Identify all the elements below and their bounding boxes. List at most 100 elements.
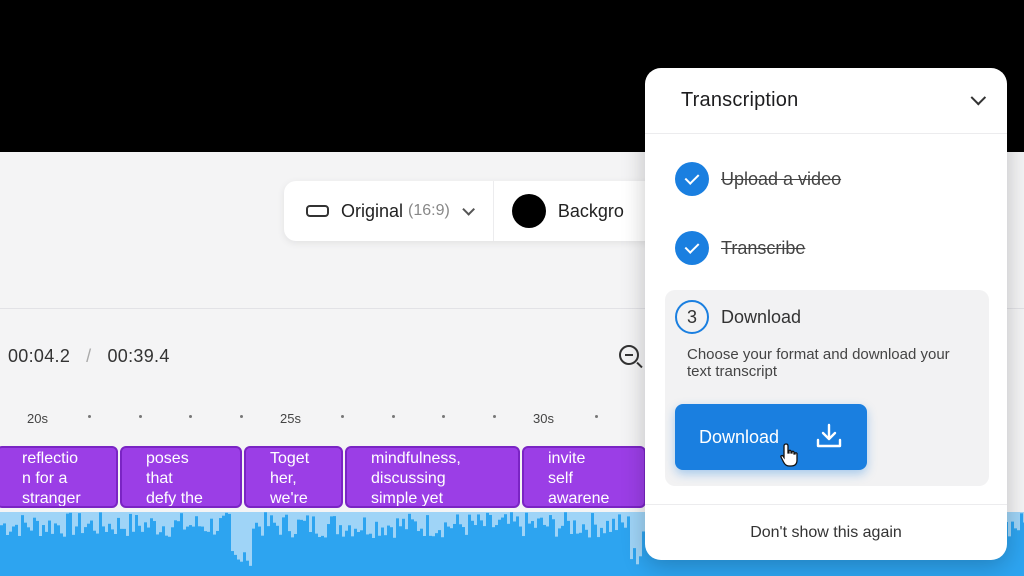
waveform-bar — [498, 519, 501, 576]
time-separator: / — [86, 346, 92, 366]
waveform-bar — [192, 526, 195, 576]
waveform-bar — [219, 518, 222, 576]
waveform-bar — [258, 526, 261, 576]
waveform-bar — [222, 515, 225, 576]
waveform-bar — [393, 537, 396, 576]
chevron-down-icon — [462, 202, 475, 216]
timeline-tick: 30s — [533, 411, 554, 426]
waveform-bar — [105, 531, 108, 576]
caption-text: poses — [146, 450, 189, 467]
waveform-bar — [234, 554, 237, 576]
waveform-bar — [1014, 528, 1017, 576]
waveform-bar — [597, 537, 600, 576]
waveform-bar — [357, 532, 360, 576]
waveform-bar — [288, 531, 291, 576]
waveform-bar — [570, 533, 573, 576]
aspect-ratio-icon — [306, 205, 329, 217]
caption-text: n for a — [22, 470, 68, 487]
waveform-bar — [564, 512, 567, 576]
aspect-ratio-dropdown[interactable]: Original (16:9) — [284, 181, 493, 241]
waveform-bar — [492, 527, 495, 576]
waveform-bar — [36, 520, 39, 576]
waveform-bar — [579, 532, 582, 576]
waveform-bar — [294, 533, 297, 576]
waveform-bar — [198, 526, 201, 576]
waveform-bar — [30, 530, 33, 576]
waveform-bar — [330, 516, 333, 576]
waveform-bar — [84, 527, 87, 576]
dont-show-again-button[interactable]: Don't show this again — [645, 504, 1007, 560]
waveform-bar — [159, 532, 162, 576]
waveform-bar — [456, 514, 459, 576]
waveform-bar — [453, 523, 456, 576]
waveform-bar — [186, 526, 189, 576]
caption-clip[interactable]: Toget her, we're — [244, 446, 343, 508]
waveform-bar — [303, 520, 306, 576]
waveform-bar — [630, 559, 633, 576]
caption-text: awarene — [548, 490, 610, 507]
waveform-bar — [390, 527, 393, 576]
waveform-bar — [339, 525, 342, 576]
waveform-bar — [438, 530, 441, 576]
waveform-bar — [465, 534, 468, 576]
waveform-bar — [204, 531, 207, 576]
caption-clip[interactable]: poses that defy the — [120, 446, 242, 508]
waveform-bar — [471, 520, 474, 576]
waveform-bar — [639, 556, 642, 576]
background-button[interactable]: Backgro — [494, 181, 642, 241]
waveform-bar — [1020, 513, 1023, 576]
waveform-bar — [276, 525, 279, 576]
timeline-tick-dot — [442, 415, 445, 418]
timeline-tick-dot — [392, 415, 395, 418]
waveform-bar — [315, 533, 318, 576]
timeline-tick-dot — [189, 415, 192, 418]
waveform-bar — [351, 536, 354, 576]
waveform-bar — [525, 512, 528, 576]
waveform-bar — [120, 528, 123, 576]
waveform-bar — [555, 536, 558, 576]
waveform-bar — [111, 529, 114, 576]
waveform-bar — [3, 523, 6, 576]
caption-clip[interactable]: mindfulness, discussing simple yet — [345, 446, 520, 508]
waveform-bar — [144, 522, 147, 576]
caption-clip[interactable]: invite self awarene — [522, 446, 646, 508]
chevron-down-icon[interactable] — [970, 89, 987, 106]
download-button[interactable]: Download — [675, 404, 867, 470]
waveform-bar — [360, 530, 363, 576]
waveform-bar — [519, 526, 522, 576]
waveform-bar — [606, 520, 609, 576]
waveform-bar — [246, 560, 249, 576]
waveform-bar — [333, 516, 336, 576]
waveform-bar — [582, 524, 585, 576]
checkmark-icon — [675, 231, 709, 265]
waveform-bar — [612, 518, 615, 576]
zoom-out-icon[interactable] — [619, 345, 639, 365]
waveform-bar — [507, 523, 510, 576]
waveform-bar — [273, 522, 276, 576]
waveform-bar — [42, 525, 45, 576]
waveform-bar — [210, 518, 213, 576]
caption-clip[interactable]: reflectio n for a stranger — [0, 446, 118, 508]
waveform-bar — [15, 524, 18, 576]
waveform-bar — [243, 552, 246, 576]
timeline-tick-dot — [88, 415, 91, 418]
waveform-bar — [300, 519, 303, 576]
waveform-bar — [60, 533, 63, 576]
caption-text: defy the — [146, 490, 203, 507]
waveform-bar — [207, 531, 210, 576]
step-upload: Upload a video — [675, 162, 841, 196]
waveform-bar — [414, 521, 417, 576]
waveform-bar — [216, 530, 219, 576]
waveform-bar — [528, 523, 531, 576]
panel-header[interactable]: Transcription — [645, 68, 1007, 134]
waveform-bar — [522, 536, 525, 576]
waveform-bar — [177, 521, 180, 576]
waveform-bar — [462, 527, 465, 576]
timeline-tick-dot — [341, 415, 344, 418]
waveform-bar — [126, 535, 129, 576]
waveform-bar — [486, 512, 489, 576]
waveform-bar — [108, 523, 111, 576]
waveform-bar — [573, 520, 576, 576]
waveform-bar — [309, 532, 312, 576]
waveform-bar — [45, 531, 48, 576]
